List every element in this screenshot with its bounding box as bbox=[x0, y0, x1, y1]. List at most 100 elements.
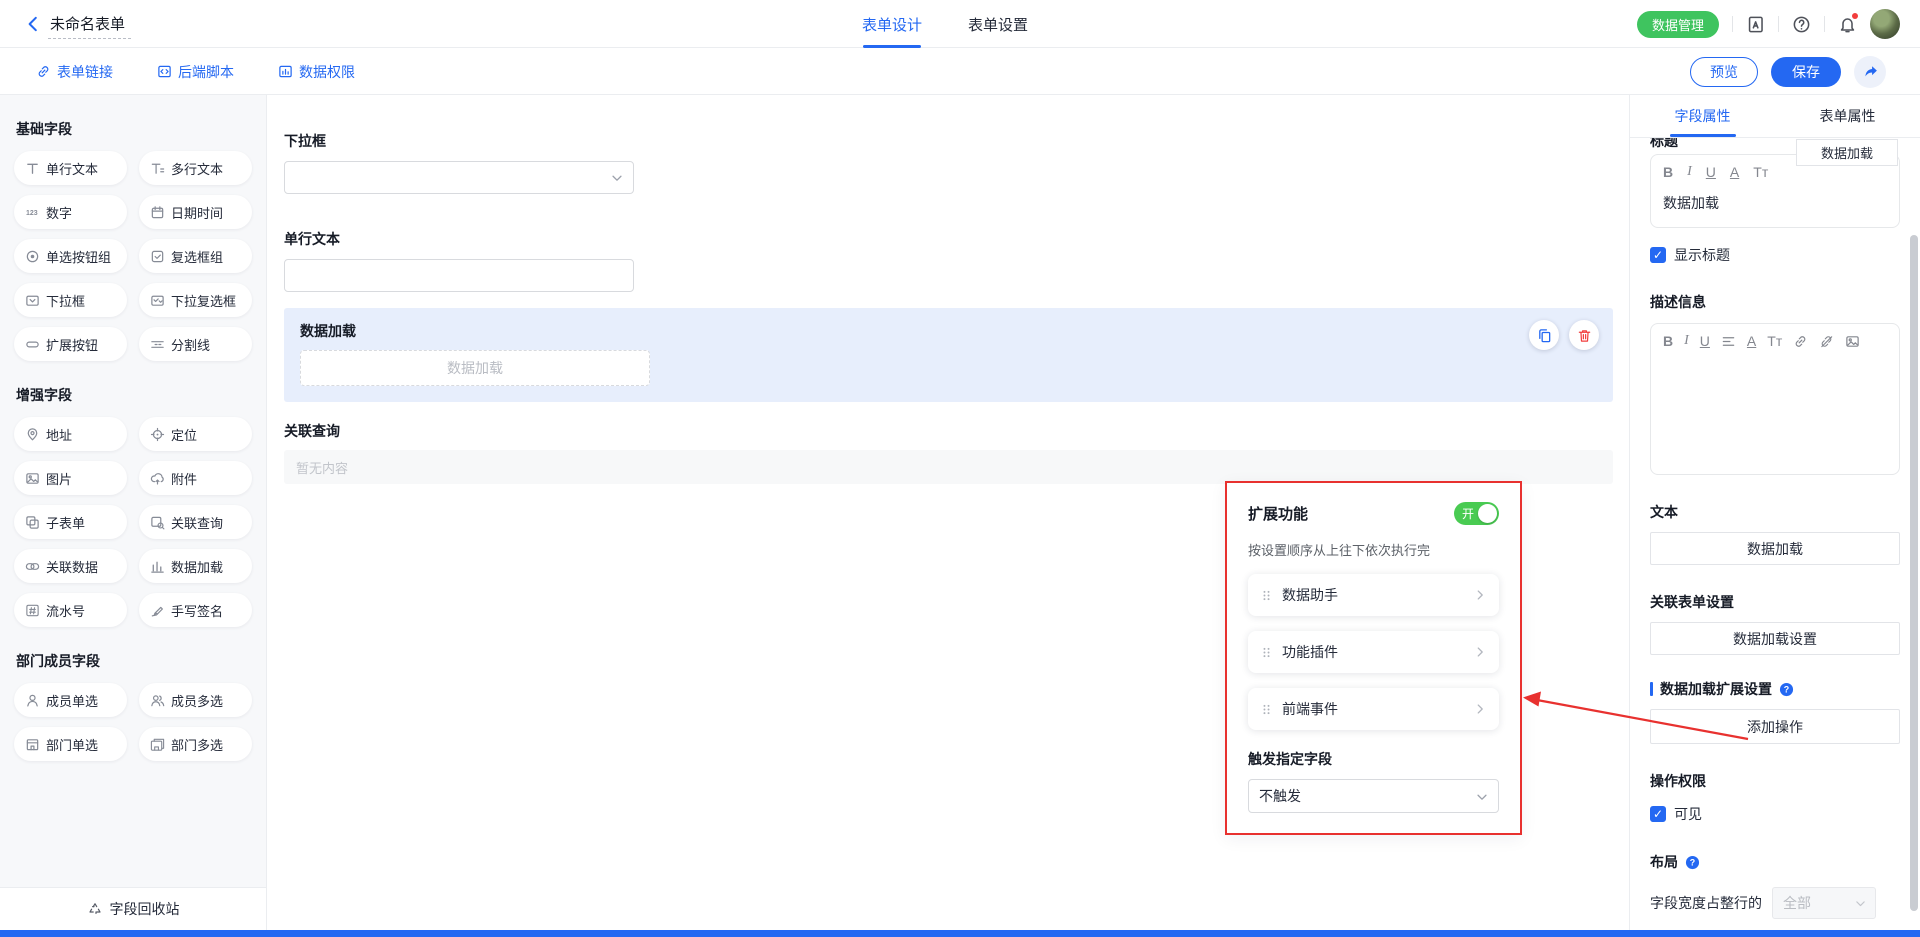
backend-script-button[interactable]: 后端脚本 bbox=[157, 62, 234, 82]
bold-button[interactable]: B bbox=[1663, 333, 1673, 349]
extension-item-function-plugin[interactable]: 功能插件 bbox=[1248, 631, 1499, 673]
field-item-checkbox-group[interactable]: 复选框组 bbox=[139, 239, 252, 273]
field-item-dept-single[interactable]: 部门单选 bbox=[14, 727, 127, 761]
preview-button[interactable]: 预览 bbox=[1690, 57, 1758, 87]
italic-button[interactable]: I bbox=[1684, 333, 1689, 349]
departments-icon bbox=[150, 737, 165, 752]
field-item-extend-button[interactable]: 扩展按钮 bbox=[14, 327, 127, 361]
section-title-member: 部门成员字段 bbox=[16, 651, 266, 671]
field-item-image[interactable]: 图片 bbox=[14, 461, 127, 495]
pin-icon bbox=[25, 427, 40, 442]
field-item-divider[interactable]: 分割线 bbox=[139, 327, 252, 361]
relquery-empty-box[interactable]: 暂无内容 bbox=[284, 450, 1613, 484]
tab-form-settings[interactable]: 表单设置 bbox=[968, 0, 1028, 48]
trigger-field-select[interactable]: 不触发 bbox=[1248, 779, 1499, 813]
field-item-datetime[interactable]: 日期时间 bbox=[139, 195, 252, 229]
checkbox-icon bbox=[150, 249, 165, 264]
link-icon[interactable] bbox=[1793, 334, 1808, 349]
font-color-button[interactable]: A bbox=[1730, 164, 1739, 180]
share-button[interactable] bbox=[1854, 56, 1886, 88]
description-editor-value[interactable] bbox=[1651, 356, 1899, 462]
question-icon[interactable] bbox=[1685, 855, 1700, 870]
dataload-trigger-button[interactable]: 数据加载 bbox=[300, 350, 650, 386]
tab-form-design[interactable]: 表单设计 bbox=[862, 0, 922, 48]
section-title-basic: 基础字段 bbox=[16, 119, 266, 139]
drag-handle-icon[interactable] bbox=[1260, 589, 1273, 602]
copy-field-button[interactable] bbox=[1529, 320, 1559, 350]
help-icon[interactable] bbox=[1792, 15, 1811, 34]
image-icon bbox=[25, 471, 40, 486]
layout-section: 布局 bbox=[1650, 852, 1900, 872]
field-item-radio-group[interactable]: 单选按钮组 bbox=[14, 239, 127, 273]
data-manage-button[interactable]: 数据管理 bbox=[1637, 11, 1719, 38]
underline-button[interactable]: U bbox=[1706, 164, 1716, 180]
field-item-subform[interactable]: 子表单 bbox=[14, 505, 127, 539]
contacts-icon[interactable] bbox=[1746, 15, 1765, 34]
question-icon[interactable] bbox=[1779, 682, 1794, 697]
align-icon[interactable] bbox=[1721, 334, 1736, 349]
notification-dot bbox=[1852, 13, 1858, 19]
field-item-signature[interactable]: 手写签名 bbox=[139, 593, 252, 627]
font-color-button[interactable]: A bbox=[1747, 333, 1756, 349]
data-permission-button[interactable]: 数据权限 bbox=[278, 62, 355, 82]
divider-icon bbox=[150, 337, 165, 352]
active-tab-underline bbox=[1670, 134, 1736, 137]
italic-button[interactable]: I bbox=[1687, 164, 1692, 180]
field-item-related-data[interactable]: 关联数据 bbox=[14, 549, 127, 583]
underline-button[interactable]: U bbox=[1700, 333, 1710, 349]
field-item-multi-text[interactable]: 多行文本 bbox=[139, 151, 252, 185]
font-size-button[interactable]: Tᴛ bbox=[1767, 333, 1782, 349]
field-item-member-multi[interactable]: 成员多选 bbox=[139, 683, 252, 717]
extension-toggle[interactable]: 开 bbox=[1454, 502, 1499, 525]
drag-handle-icon[interactable] bbox=[1260, 703, 1273, 716]
field-item-location[interactable]: 定位 bbox=[139, 417, 252, 451]
dataload-settings-button[interactable]: 数据加载设置 bbox=[1650, 622, 1900, 655]
field-item-dept-multi[interactable]: 部门多选 bbox=[139, 727, 252, 761]
tab-field-properties[interactable]: 字段属性 bbox=[1630, 95, 1775, 137]
field-item-data-load[interactable]: 数据加载 bbox=[139, 549, 252, 583]
field-item-related-query[interactable]: 关联查询 bbox=[139, 505, 252, 539]
field-item-number[interactable]: 数字 bbox=[14, 195, 127, 229]
extension-item-frontend-event[interactable]: 前端事件 bbox=[1248, 688, 1499, 730]
unlink-icon[interactable] bbox=[1819, 334, 1834, 349]
field-item-serial-number[interactable]: 流水号 bbox=[14, 593, 127, 627]
field-item-attachment[interactable]: 附件 bbox=[139, 461, 252, 495]
delete-field-button[interactable] bbox=[1569, 320, 1599, 350]
show-title-checkbox[interactable]: ✓ bbox=[1650, 247, 1666, 263]
field-item-select[interactable]: 下拉框 bbox=[14, 283, 127, 317]
field-item-multi-select[interactable]: 下拉复选框 bbox=[139, 283, 252, 317]
visible-row: ✓ 可见 bbox=[1650, 804, 1900, 824]
selected-field-dataload[interactable]: 数据加载 数据加载 bbox=[284, 308, 1613, 402]
extension-item-data-assistant[interactable]: 数据助手 bbox=[1248, 574, 1499, 616]
tab-form-properties[interactable]: 表单属性 bbox=[1775, 95, 1920, 137]
insert-image-icon[interactable] bbox=[1845, 334, 1860, 349]
text-field-label: 单行文本 bbox=[284, 229, 1613, 249]
title-editor-value[interactable]: 数据加载 bbox=[1651, 187, 1899, 227]
show-title-label: 显示标题 bbox=[1674, 245, 1730, 265]
trash-icon bbox=[1577, 328, 1592, 343]
field-item-address[interactable]: 地址 bbox=[14, 417, 127, 451]
form-link-button[interactable]: 表单链接 bbox=[36, 62, 113, 82]
field-item-single-text[interactable]: 单行文本 bbox=[14, 151, 127, 185]
notification-button[interactable] bbox=[1838, 15, 1857, 34]
text-field-control[interactable] bbox=[284, 259, 634, 292]
form-title[interactable]: 未命名表单 bbox=[48, 13, 131, 39]
chevron-down-icon bbox=[1475, 790, 1489, 804]
text-value-button[interactable]: 数据加载 bbox=[1650, 532, 1900, 565]
visible-checkbox[interactable]: ✓ bbox=[1650, 806, 1666, 822]
field-recycle-bin[interactable]: 字段回收站 bbox=[0, 887, 266, 930]
font-size-button[interactable]: Tᴛ bbox=[1753, 164, 1768, 180]
add-operation-button[interactable]: 添加操作 bbox=[1650, 709, 1900, 744]
share-icon bbox=[1862, 63, 1879, 80]
drag-handle-icon[interactable] bbox=[1260, 646, 1273, 659]
field-width-select[interactable]: 全部 bbox=[1772, 887, 1876, 919]
select-field-control[interactable] bbox=[284, 161, 634, 194]
avatar[interactable] bbox=[1870, 9, 1900, 39]
field-item-member-single[interactable]: 成员单选 bbox=[14, 683, 127, 717]
target-icon bbox=[150, 427, 165, 442]
bold-button[interactable]: B bbox=[1663, 164, 1673, 180]
back-icon[interactable] bbox=[24, 15, 42, 33]
bar-chart-icon bbox=[150, 559, 165, 574]
panel-scrollbar[interactable] bbox=[1910, 235, 1918, 911]
save-button[interactable]: 保存 bbox=[1771, 57, 1841, 87]
